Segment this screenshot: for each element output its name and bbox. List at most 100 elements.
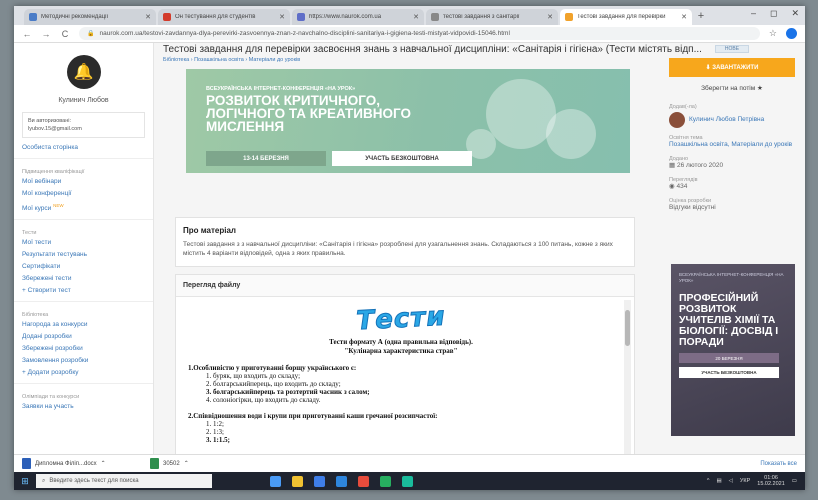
right-column: НОВЕ ⬇ ЗАВАНТАЖИТИ Зберегти на потім ★ Д…	[669, 43, 795, 454]
banner-participate-button[interactable]: УЧАСТЬ БЕЗКОШТОВНА	[332, 151, 472, 166]
volume-icon[interactable]: ◁	[729, 478, 733, 484]
download-button[interactable]: ⬇ ЗАВАНТАЖИТИ	[669, 58, 795, 77]
chevron-up-icon[interactable]: ⌃	[101, 460, 106, 467]
close-tab-icon[interactable]: ✕	[145, 13, 151, 21]
tab-1[interactable]: Он тестування для студентів ✕	[158, 9, 290, 25]
tab-2[interactable]: https://www.naurok.com.ua ✕	[292, 9, 424, 25]
task-view-icon[interactable]	[270, 475, 281, 487]
divider	[14, 383, 153, 385]
new-tab-button[interactable]: +	[694, 9, 708, 25]
page-content: 🔔 Кулинич Любов Ви авторизовані: lyubov.…	[14, 43, 805, 457]
minimize-icon[interactable]: –	[751, 8, 756, 19]
download-item[interactable]: Дипломна Філіп...docx ⌃	[22, 458, 142, 469]
save-for-later-button[interactable]: Зберегти на потім ★	[669, 84, 795, 92]
sidebar-item-awards[interactable]: Нагорода за конкурси	[14, 319, 153, 331]
browser-window: Методичні рекомендації ✕ Он тестування дл…	[14, 6, 805, 490]
main-column: Тестові завдання для перевірки засвоєння…	[159, 43, 702, 457]
section-title-events: Підвищення кваліфікації	[22, 169, 85, 175]
about-card: Про матеріал Тестові завдання з з навчал…	[175, 217, 635, 267]
close-tab-icon[interactable]: ✕	[279, 13, 285, 21]
ad-participate-button[interactable]: УЧАСТЬ БЕЗКОШТОВНА	[679, 367, 779, 378]
sidebar-item-label: Мої курси	[22, 205, 52, 213]
taskbar-search-placeholder: Введите здесь текст для поиска	[49, 478, 139, 484]
preview-title: Перегляд файлу	[176, 275, 634, 297]
sidebar-item-applications[interactable]: Заявки на участь	[14, 401, 153, 413]
chevron-up-icon[interactable]: ⌃	[184, 460, 189, 467]
app-icon[interactable]	[380, 475, 391, 487]
taskbar-apps	[270, 475, 413, 487]
tab-label: Методичні рекомендації	[41, 14, 109, 20]
sidebar-item-conferences[interactable]: Мої конференції	[14, 188, 153, 200]
tab-label: тестові завдання з санітарії	[443, 14, 520, 20]
forward-icon[interactable]: →	[41, 29, 51, 39]
show-all-downloads-link[interactable]: Показать все	[760, 461, 797, 467]
author-block: Кулинич Любов Петрівна	[669, 112, 795, 128]
close-window-icon[interactable]: ✕	[791, 8, 799, 19]
notifications-icon[interactable]: ▭	[792, 478, 797, 484]
close-tab-icon[interactable]: ✕	[413, 13, 419, 21]
divider	[14, 301, 153, 303]
sidebar-item-courses[interactable]: Мої курси NEW	[14, 200, 153, 215]
store-icon[interactable]	[336, 475, 347, 487]
close-tab-icon[interactable]: ✕	[547, 13, 553, 21]
preview-scrollbar[interactable]	[624, 300, 631, 456]
conference-banner[interactable]: ВСЕУКРАЇНСЬКА ІНТЕРНЕТ-КОНФЕРЕНЦІЯ «НА У…	[186, 69, 630, 173]
language-indicator[interactable]: УКР	[740, 478, 750, 484]
sidebar-item-personal-page[interactable]: Особиста сторінка	[14, 142, 153, 154]
sidebar-ad-banner[interactable]: ВСЕУКРАЇНСЬКА ІНТЕРНЕТ-КОНФЕРЕНЦІЯ «НА У…	[671, 264, 795, 436]
document-viewer[interactable]: Тести Тести формату А (одна правильна ві…	[176, 297, 634, 444]
create-test-button[interactable]: + Створити тест	[14, 285, 153, 297]
sidebar-item-certificates[interactable]: Сертифікати	[14, 261, 153, 273]
question-2: 2.Співвідношення води і крупи при пригот…	[188, 412, 438, 420]
sidebar-item-my-tests[interactable]: Мої тести	[14, 237, 153, 249]
tab-favicon-icon	[565, 13, 573, 21]
maximize-icon[interactable]: ◻	[770, 8, 777, 19]
file-preview: Перегляд файлу Тести Тести формату А (од…	[175, 274, 635, 457]
download-bar: Дипломна Філіп...docx ⌃ 30502 ⌃ Показать в…	[14, 454, 805, 472]
answer-option-correct: 3. болгарськийперець та розтертий часник…	[206, 388, 370, 396]
chrome-icon[interactable]	[402, 475, 413, 487]
network-icon[interactable]: ▤	[716, 478, 721, 484]
url-field[interactable]: 🔒 naurok.com.ua/testovi-zavdannya-dlya-pe…	[79, 27, 760, 40]
tab-0[interactable]: Методичні рекомендації ✕	[24, 9, 156, 25]
clock-date: 15.02.2021	[757, 481, 785, 487]
breadcrumb[interactable]: Бібліотека › Позашкільна освіта › Матері…	[159, 55, 659, 65]
author-name-link[interactable]: Кулинич Любов Петрівна	[689, 116, 764, 124]
tray-chevron-icon[interactable]: ^	[707, 478, 710, 484]
sidebar-item-order-devs[interactable]: Замовлення розробки	[14, 355, 153, 367]
tab-3[interactable]: тестові завдання з санітарії ✕	[426, 9, 558, 25]
about-text: Тестові завдання з з навчальної дисциплі…	[183, 241, 613, 257]
taskbar-search[interactable]: ⌕ Введите здесь текст для поиска	[36, 474, 212, 488]
sidebar-item-test-results[interactable]: Результати тестувань	[14, 249, 153, 261]
download-item[interactable]: 30502 ⌃	[150, 458, 270, 469]
ad-title: ПРОФЕСІЙНИЙ РОЗВИТОК УЧИТЕЛІВ ХІМІЇ ТА Б…	[679, 292, 779, 348]
reload-icon[interactable]: C	[60, 29, 70, 39]
tab-favicon-icon	[163, 13, 171, 21]
scrollbar-thumb[interactable]	[625, 310, 630, 346]
system-tray: ^ ▤ ◁ УКР 01:06 15.02.2021 ▭	[707, 475, 805, 487]
sidebar-item-saved-devs[interactable]: Збережені розробки	[14, 343, 153, 355]
sidebar-item-saved-tests[interactable]: Збережені тести	[14, 273, 153, 285]
tab-favicon-icon	[297, 13, 305, 21]
decor-circle	[546, 109, 596, 159]
answer-option: 2. 1:3;	[206, 428, 224, 436]
edge-icon[interactable]	[314, 475, 325, 487]
bookmark-star-icon[interactable]: ☆	[769, 28, 777, 39]
sidebar-item-webinars[interactable]: Мої вебінари	[14, 176, 153, 188]
add-dev-button[interactable]: + Додати розробку	[14, 367, 153, 379]
taskbar-clock[interactable]: 01:06 15.02.2021	[757, 475, 785, 487]
profile-avatar[interactable]	[786, 28, 797, 39]
sidebar-item-added-devs[interactable]: Додані розробки	[14, 331, 153, 343]
user-logo: 🔔	[66, 55, 101, 89]
windows-start-icon[interactable]: ⊞	[14, 476, 36, 487]
url-text: naurok.com.ua/testovi-zavdannya-dlya-per…	[99, 30, 510, 37]
author-avatar	[669, 112, 685, 128]
explorer-icon[interactable]	[292, 475, 303, 487]
close-tab-icon[interactable]: ✕	[681, 13, 687, 21]
section-link[interactable]: Позашкільна освіта, Матеріали до уроків	[669, 141, 795, 149]
mail-icon[interactable]	[358, 475, 369, 487]
tab-4-active[interactable]: Тестові завдання для перевірки ✕	[560, 9, 692, 25]
back-icon[interactable]: ←	[22, 29, 32, 39]
file-icon	[150, 458, 159, 469]
word-file-icon	[22, 458, 31, 469]
